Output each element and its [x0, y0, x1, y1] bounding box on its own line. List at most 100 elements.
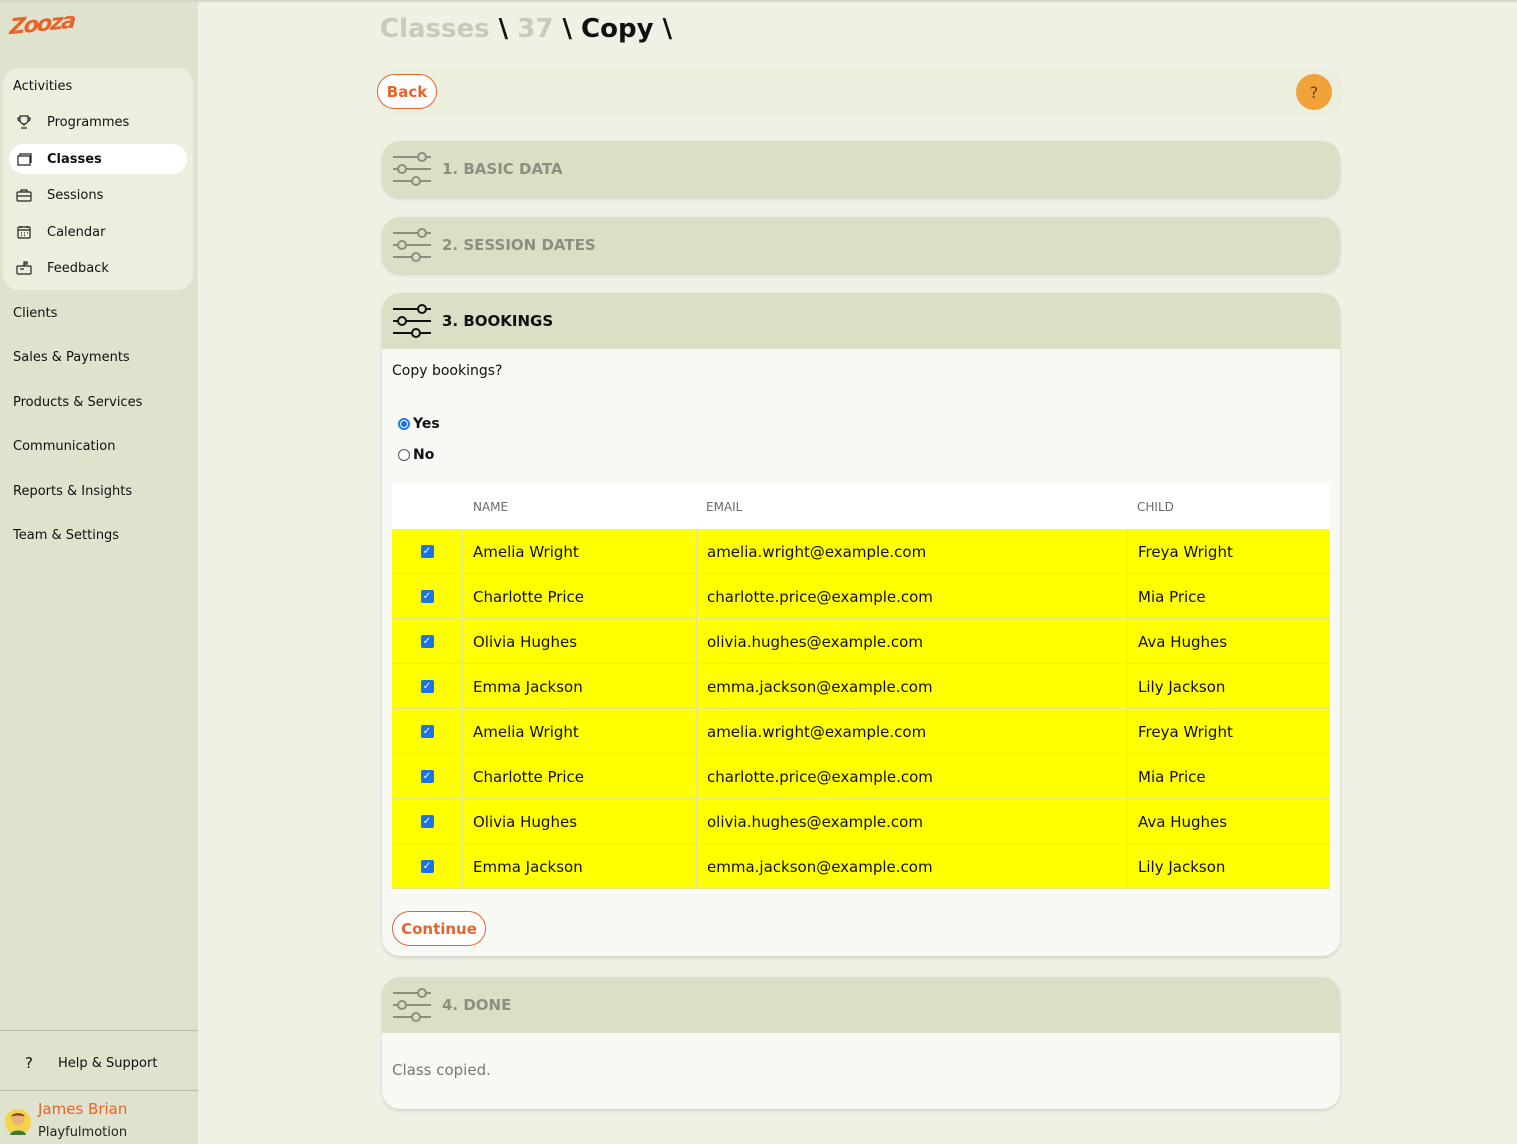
activities-title: Activities	[13, 79, 73, 94]
email-text: charlotte.price@example.com	[707, 767, 933, 786]
sidebar-item-sessions[interactable]: Sessions	[9, 180, 187, 210]
user-profile[interactable]: James Brian Playfulmotion	[0, 1096, 198, 1144]
sliders-icon	[393, 228, 431, 262]
email-text: amelia.wright@example.com	[707, 542, 927, 561]
done-message: Class copied.	[392, 1061, 491, 1079]
activities-card: Activities Programmes Classes Sessions C…	[3, 68, 193, 290]
user-name: James Brian	[38, 1100, 128, 1118]
row-checkbox[interactable]: ✓	[420, 590, 434, 603]
row-checkbox[interactable]: ✓	[420, 545, 434, 558]
user-org: Playfulmotion	[38, 1125, 128, 1140]
email-text: olivia.hughes@example.com	[707, 632, 923, 651]
bookings-body: Copy bookings? Yes No NAME EMAIL CHILD ✓…	[382, 349, 1340, 956]
section-header[interactable]: 2. SESSION DATES	[382, 217, 1340, 273]
sidebar-item-label: Programmes	[47, 114, 130, 130]
sidebar-link-products-services[interactable]: Products & Services	[13, 395, 142, 410]
name-cell: Amelia Wright	[463, 529, 697, 574]
email-cell: emma.jackson@example.com	[697, 844, 1128, 889]
section-title: 4. DONE	[442, 996, 512, 1014]
name-cell: Charlotte Price	[463, 754, 697, 799]
sidebar-item-programmes[interactable]: Programmes	[9, 107, 187, 137]
radio-button[interactable]	[398, 418, 410, 430]
zooza-logo[interactable]: Zooza	[8, 8, 76, 42]
section-header[interactable]: 4. DONE	[382, 977, 1340, 1033]
row-checkbox-cell: ✓	[392, 619, 463, 664]
logo-text: Zooza	[8, 8, 76, 41]
sidebar-link-sales-payments[interactable]: Sales & Payments	[13, 350, 130, 365]
child-cell: Mia Price	[1128, 754, 1330, 799]
radio-yes[interactable]: Yes	[398, 416, 440, 432]
sidebar-divider	[0, 1030, 198, 1031]
child-text: Mia Price	[1138, 767, 1206, 786]
back-button[interactable]: Back	[377, 74, 437, 109]
help-label: Help & Support	[58, 1055, 158, 1071]
table-header: NAME EMAIL CHILD	[392, 485, 1330, 529]
child-cell: Lily Jackson	[1128, 844, 1330, 889]
copy-bookings-question: Copy bookings?	[392, 363, 503, 379]
radio-no[interactable]: No	[398, 447, 434, 463]
child-cell: Freya Wright	[1128, 709, 1330, 754]
name-cell: Olivia Hughes	[463, 619, 697, 664]
section-basic-data[interactable]: 1. BASIC DATA	[382, 141, 1340, 197]
row-checkbox[interactable]: ✓	[420, 725, 434, 738]
row-checkbox[interactable]: ✓	[420, 680, 434, 693]
radio-label: Yes	[413, 416, 440, 432]
section-done: 4. DONE Class copied.	[382, 977, 1340, 1109]
help-icon[interactable]: ?	[1296, 74, 1332, 110]
sliders-icon	[393, 304, 431, 338]
section-title: 2. SESSION DATES	[442, 236, 596, 254]
name-text: Charlotte Price	[473, 587, 585, 606]
sidebar-link-reports-insights[interactable]: Reports & Insights	[13, 484, 132, 499]
table-row[interactable]: ✓ Olivia Hughes olivia.hughes@example.com A…	[392, 619, 1330, 664]
child-cell: Ava Hughes	[1128, 619, 1330, 664]
help-support-link[interactable]: ? Help & Support	[0, 1048, 198, 1078]
sidebar-item-calendar[interactable]: Calendar	[9, 217, 187, 247]
row-checkbox[interactable]: ✓	[420, 635, 434, 648]
table-row[interactable]: ✓ Emma Jackson emma.jackson@example.com Lil…	[392, 664, 1330, 709]
email-cell: olivia.hughes@example.com	[697, 799, 1128, 844]
radio-button[interactable]	[398, 449, 410, 461]
breadcrumb-classes[interactable]: Classes	[380, 14, 490, 44]
sidebar-link-team-settings[interactable]: Team & Settings	[13, 528, 119, 543]
breadcrumb-class-id[interactable]: 37	[517, 14, 553, 44]
row-checkbox-cell: ✓	[392, 709, 463, 754]
section-header[interactable]: 1. BASIC DATA	[382, 141, 1340, 197]
table-row[interactable]: ✓ Amelia Wright amelia.wright@example.com F…	[392, 529, 1330, 574]
table-row[interactable]: ✓ Charlotte Price charlotte.price@example.…	[392, 754, 1330, 799]
bookings-table: NAME EMAIL CHILD ✓ Amelia Wright amelia.wr…	[392, 485, 1330, 889]
row-checkbox-cell: ✓	[392, 574, 463, 619]
name-cell: Amelia Wright	[463, 709, 697, 754]
sliders-icon	[393, 988, 431, 1022]
row-checkbox[interactable]: ✓	[420, 815, 434, 828]
table-row[interactable]: ✓ Amelia Wright amelia.wright@example.com F…	[392, 709, 1330, 754]
toolbar: Back ?	[376, 68, 1344, 116]
sidebar-item-label: Calendar	[47, 224, 106, 240]
email-text: olivia.hughes@example.com	[707, 812, 923, 831]
table-row[interactable]: ✓ Emma Jackson emma.jackson@example.com Lil…	[392, 844, 1330, 889]
continue-button[interactable]: Continue	[392, 911, 486, 946]
section-header[interactable]: 3. BOOKINGS	[382, 293, 1340, 349]
row-checkbox-cell: ✓	[392, 799, 463, 844]
sidebar-link-communication[interactable]: Communication	[13, 439, 115, 454]
avatar	[4, 1108, 32, 1136]
name-cell: Olivia Hughes	[463, 799, 697, 844]
name-text: Olivia Hughes	[473, 632, 578, 651]
table-row[interactable]: ✓ Olivia Hughes olivia.hughes@example.com A…	[392, 799, 1330, 844]
sidebar-item-label: Classes	[47, 151, 102, 167]
child-cell: Freya Wright	[1128, 529, 1330, 574]
child-text: Freya Wright	[1138, 542, 1233, 561]
sidebar-item-classes[interactable]: Classes	[9, 144, 187, 174]
section-session-dates[interactable]: 2. SESSION DATES	[382, 217, 1340, 273]
email-cell: amelia.wright@example.com	[697, 709, 1128, 754]
sidebar-link-clients[interactable]: Clients	[13, 306, 57, 321]
row-checkbox[interactable]: ✓	[420, 770, 434, 783]
sidebar-item-feedback[interactable]: Feedback	[9, 253, 187, 283]
column-header-child: CHILD	[1137, 500, 1174, 514]
email-cell: olivia.hughes@example.com	[697, 619, 1128, 664]
trophy-icon	[15, 114, 33, 130]
email-cell: charlotte.price@example.com	[697, 574, 1128, 619]
child-text: Freya Wright	[1138, 722, 1233, 741]
email-cell: charlotte.price@example.com	[697, 754, 1128, 799]
table-row[interactable]: ✓ Charlotte Price charlotte.price@example.…	[392, 574, 1330, 619]
row-checkbox[interactable]: ✓	[420, 860, 434, 873]
